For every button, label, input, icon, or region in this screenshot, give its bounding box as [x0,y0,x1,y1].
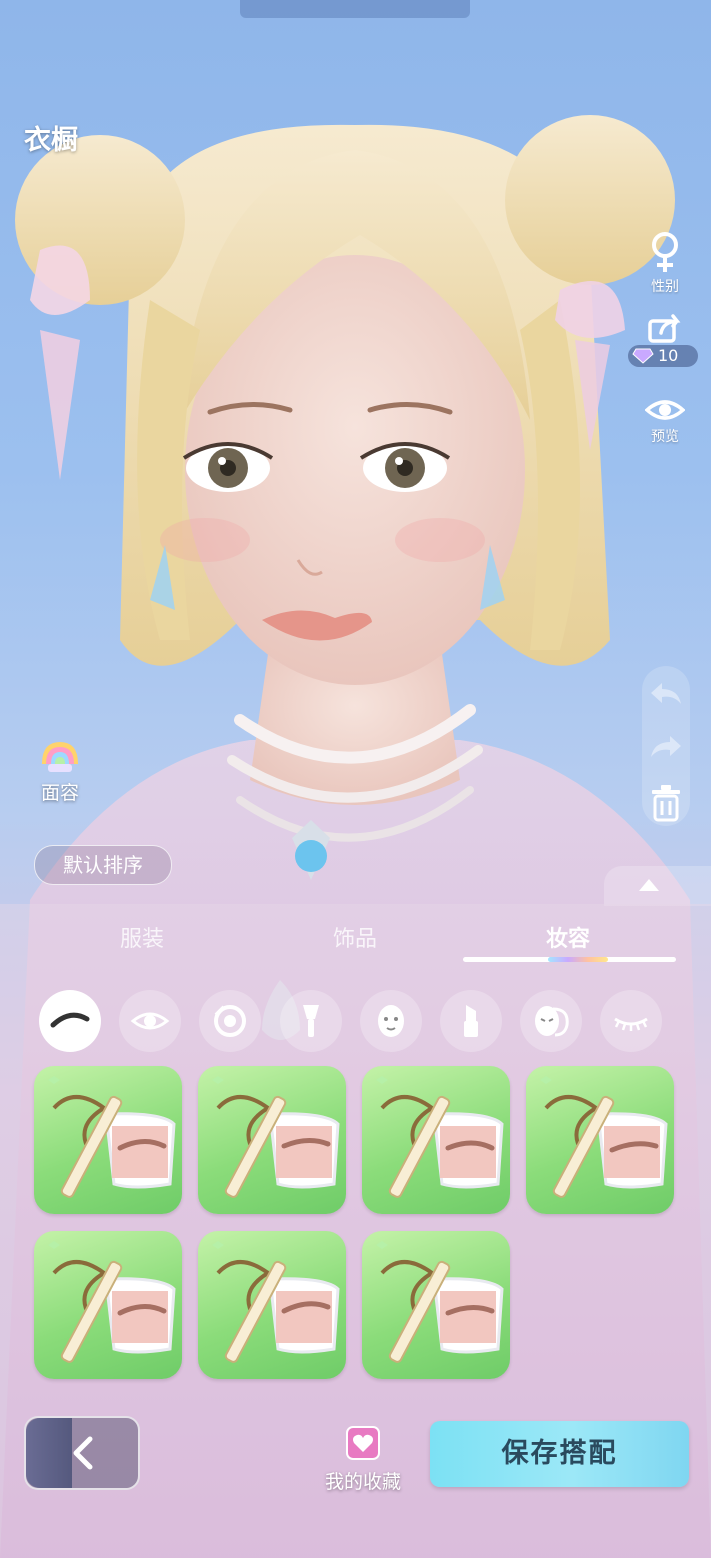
tab-accessories[interactable]: 饰品 [333,921,377,953]
face-mode-label: 面容 [40,782,79,804]
eyebrow-icon [50,1012,90,1028]
eye-icon [130,1012,170,1030]
category-eyelash[interactable] [600,990,662,1052]
eyebrow-pencil-icon [48,1241,176,1363]
item-card[interactable] [362,1231,510,1379]
lipstick-icon [464,1005,478,1037]
gender-label: 性别 [651,279,679,295]
back-button-shade [26,1418,72,1488]
status-strip [240,0,470,18]
item-card[interactable] [34,1231,182,1379]
save-outfit-button[interactable]: 保存搭配 [430,1421,689,1487]
tab-active-accent [548,957,608,962]
redo-icon[interactable] [648,733,684,761]
eyebrow-pencil-icon [212,1076,340,1198]
eyebrow-pencil-icon [212,1241,340,1363]
eyebrow-pencil-icon [376,1076,504,1198]
face-mode-button[interactable]: 面容 [28,738,92,805]
item-card[interactable] [34,1066,182,1214]
mask-icon [535,1006,569,1037]
item-card[interactable] [362,1066,510,1214]
eyebrow-pencil-icon [376,1241,504,1363]
diamond-icon [632,348,654,364]
page-title: 衣橱 [24,125,78,156]
tab-makeup[interactable]: 妆容 [546,921,590,953]
eyelash-icon [614,1017,648,1031]
favorites-label: 我的收藏 [324,1471,401,1493]
chevron-up-icon [639,879,659,891]
iris-icon [214,1005,246,1037]
female-symbol-icon [652,232,678,272]
undo-icon[interactable] [648,680,684,708]
share-icon [648,314,681,343]
panel-collapse-tab[interactable] [604,866,711,906]
face-paint-icon [378,1005,404,1037]
category-eye[interactable] [119,990,181,1052]
category-face-paint[interactable] [360,990,422,1052]
share-reward-count: 10 [658,346,679,365]
favorites-heart-icon [346,1426,380,1460]
item-card[interactable] [526,1066,674,1214]
category-brush[interactable] [280,990,342,1052]
item-card[interactable] [198,1231,346,1379]
share-reward-badge: 10 [628,345,698,367]
item-card[interactable] [198,1066,346,1214]
tab-clothing[interactable]: 服装 [120,921,164,953]
preview-button[interactable]: 预览 [634,396,696,446]
trash-icon[interactable] [650,784,682,822]
my-favorites-button[interactable]: 我的收藏 [316,1425,410,1494]
rainbow-shell-icon [42,742,78,772]
category-mask[interactable] [520,990,582,1052]
category-iris[interactable] [199,990,261,1052]
share-button[interactable] [634,313,696,347]
back-button[interactable] [24,1416,140,1490]
category-eyebrow[interactable] [39,990,101,1052]
chevron-left-icon [73,1436,93,1470]
category-lipstick[interactable] [440,990,502,1052]
eyebrow-pencil-icon [540,1076,668,1198]
eye-icon [644,400,686,420]
preview-label: 预览 [651,429,679,445]
sort-button[interactable]: 默认排序 [34,845,172,885]
eyebrow-pencil-icon [48,1076,176,1198]
brush-icon [303,1005,319,1037]
gender-button[interactable]: 性别 [634,230,696,296]
